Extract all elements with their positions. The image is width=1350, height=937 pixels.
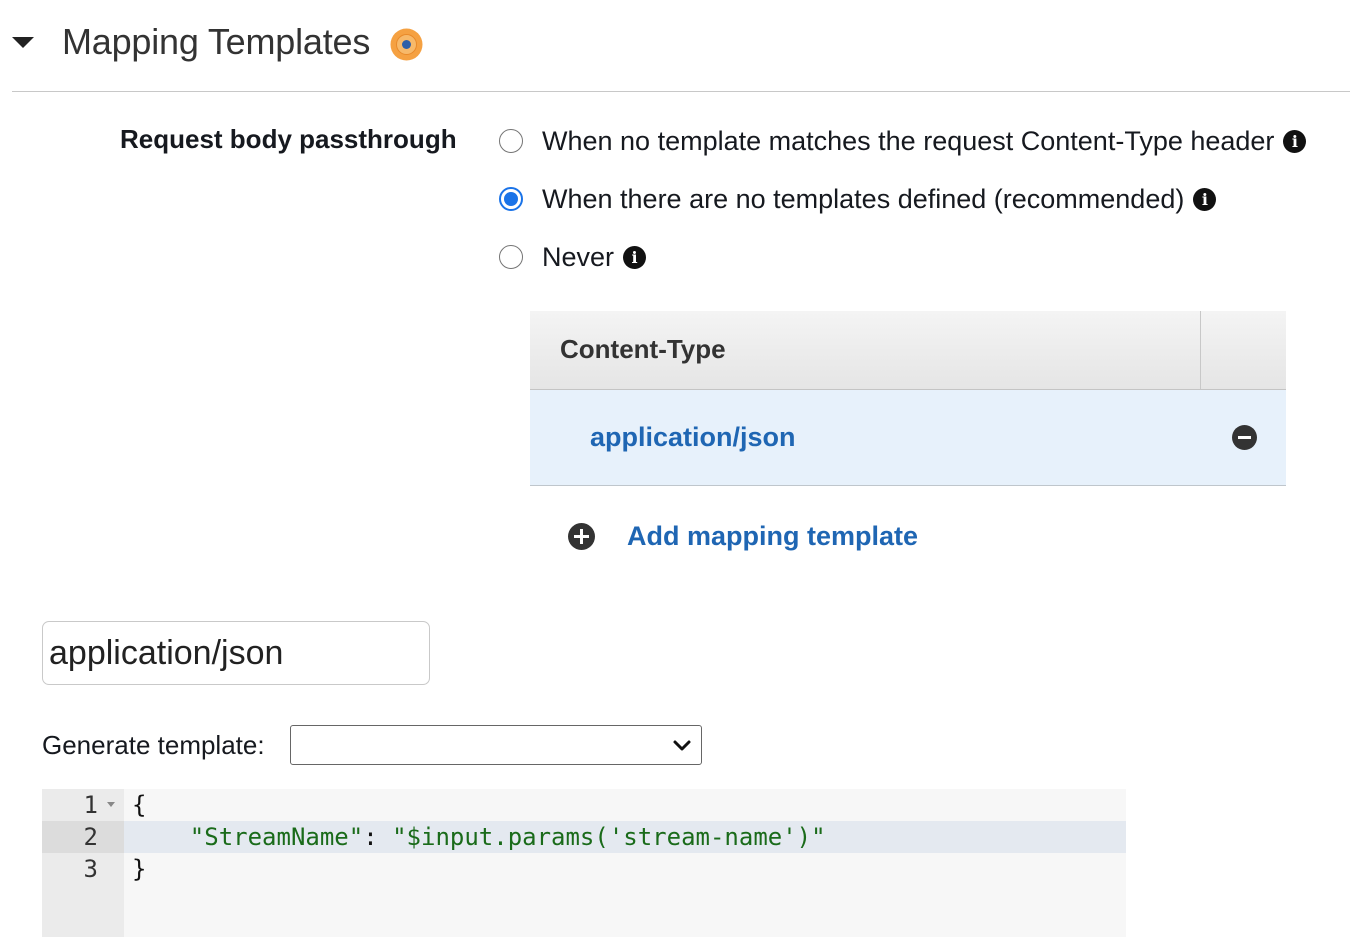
info-icon[interactable]: i bbox=[1193, 187, 1217, 211]
generate-template-select[interactable] bbox=[290, 725, 702, 765]
content-type-table: Content-Type application/json bbox=[530, 311, 1286, 486]
code-line[interactable]: 1 { bbox=[42, 789, 1126, 821]
add-icon[interactable] bbox=[568, 522, 595, 550]
code-text: } bbox=[132, 855, 147, 883]
passthrough-option-never[interactable]: Never i bbox=[499, 240, 647, 274]
code-text: { bbox=[132, 791, 147, 819]
code-key: "StreamName" bbox=[189, 823, 364, 851]
radio-button[interactable] bbox=[499, 129, 523, 153]
section-title: Mapping Templates bbox=[62, 21, 371, 62]
content-type-input[interactable] bbox=[42, 621, 430, 685]
remove-icon[interactable] bbox=[1232, 425, 1257, 450]
radio-label: Never bbox=[542, 241, 615, 272]
code-value: "$input.params('stream-name')" bbox=[392, 823, 826, 851]
passthrough-option-no-templates[interactable]: When there are no templates defined (rec… bbox=[499, 182, 1217, 216]
code-text: "StreamName": "$input.params('stream-nam… bbox=[132, 821, 826, 853]
line-number: 3 bbox=[83, 855, 98, 883]
unsaved-changes-dot-icon bbox=[390, 28, 423, 61]
chevron-down-icon bbox=[673, 740, 691, 751]
radio-label: When there are no templates defined (rec… bbox=[542, 183, 1185, 214]
radio-button[interactable] bbox=[499, 245, 523, 269]
template-code-editor[interactable]: 1 { 2 "StreamName": "$input.params('stre… bbox=[42, 789, 1126, 937]
collapse-caret-icon[interactable] bbox=[12, 37, 34, 48]
content-type-link[interactable]: application/json bbox=[590, 422, 796, 453]
fold-caret-icon[interactable] bbox=[107, 802, 115, 807]
code-line-active[interactable]: 2 "StreamName": "$input.params('stream-n… bbox=[42, 821, 1126, 853]
info-icon[interactable]: i bbox=[623, 245, 647, 269]
radio-label: When no template matches the request Con… bbox=[542, 125, 1275, 156]
add-mapping-template-button[interactable]: Add mapping template bbox=[568, 518, 918, 554]
column-header-content-type: Content-Type bbox=[560, 334, 726, 364]
mapping-templates-panel: Mapping Templates Request body passthrou… bbox=[0, 0, 1350, 937]
info-icon[interactable]: i bbox=[1283, 129, 1307, 153]
passthrough-option-no-match[interactable]: When no template matches the request Con… bbox=[499, 124, 1307, 158]
passthrough-label: Request body passthrough bbox=[120, 124, 457, 154]
radio-button-selected[interactable] bbox=[499, 187, 523, 211]
code-separator: : bbox=[363, 823, 393, 851]
header-divider bbox=[12, 91, 1350, 92]
generate-template-label: Generate template: bbox=[42, 730, 265, 760]
column-divider bbox=[1200, 311, 1201, 389]
code-line[interactable]: 3 } bbox=[42, 853, 1126, 885]
line-number: 2 bbox=[42, 821, 124, 853]
add-mapping-template-link[interactable]: Add mapping template bbox=[627, 521, 918, 552]
table-row[interactable]: application/json bbox=[530, 390, 1286, 486]
table-header: Content-Type bbox=[530, 311, 1286, 390]
